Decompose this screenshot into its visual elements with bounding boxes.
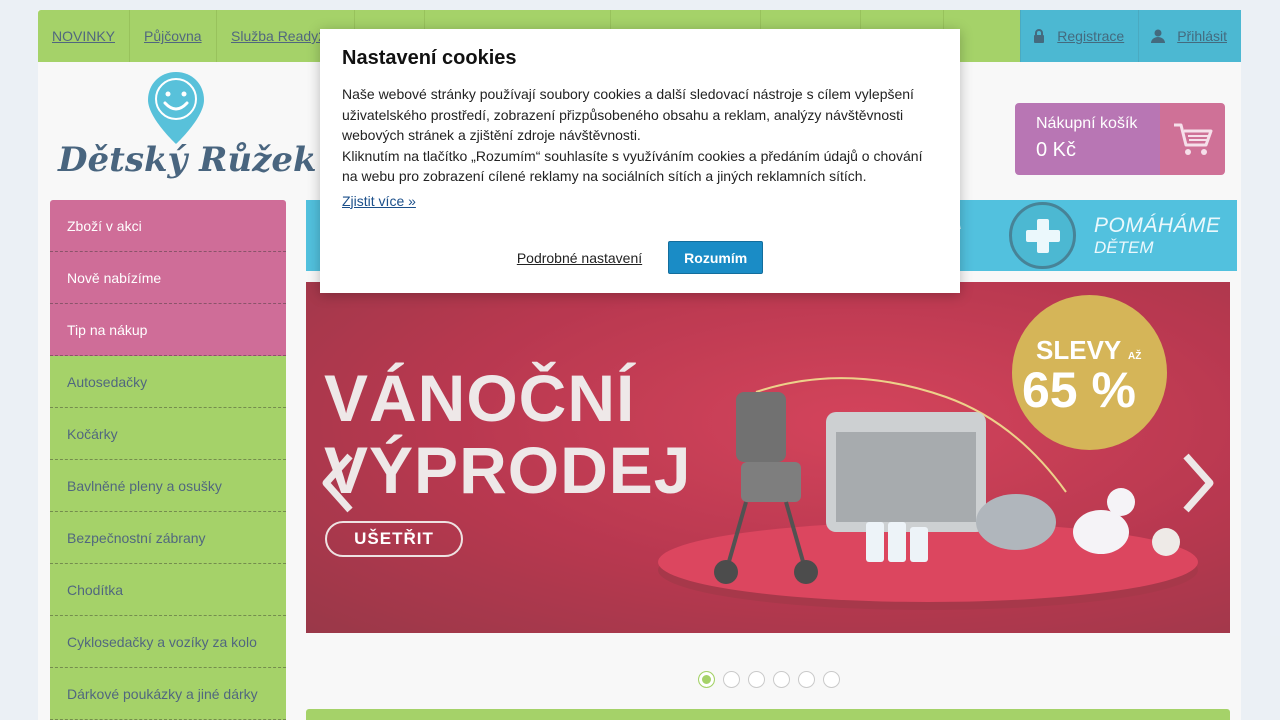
cookie-text-paragraph-2: Kliknutím na tlačítko „Rozumím“ souhlasí… [342,147,923,185]
cookie-dialog: Nastavení cookies Naše webové stránky po… [320,29,960,293]
cookie-text: Naše webové stránky používají soubory co… [342,84,938,187]
cookie-text-paragraph-1: Naše webové stránky používají soubory co… [342,86,914,143]
cookie-more-link[interactable]: Zjistit více » [342,193,416,209]
cookie-title: Nastavení cookies [342,47,517,69]
cookie-actions: Podrobné nastavení Rozumím [320,241,960,274]
cookie-accept-button[interactable]: Rozumím [668,241,764,274]
cookie-settings-button[interactable]: Podrobné nastavení [517,250,642,266]
